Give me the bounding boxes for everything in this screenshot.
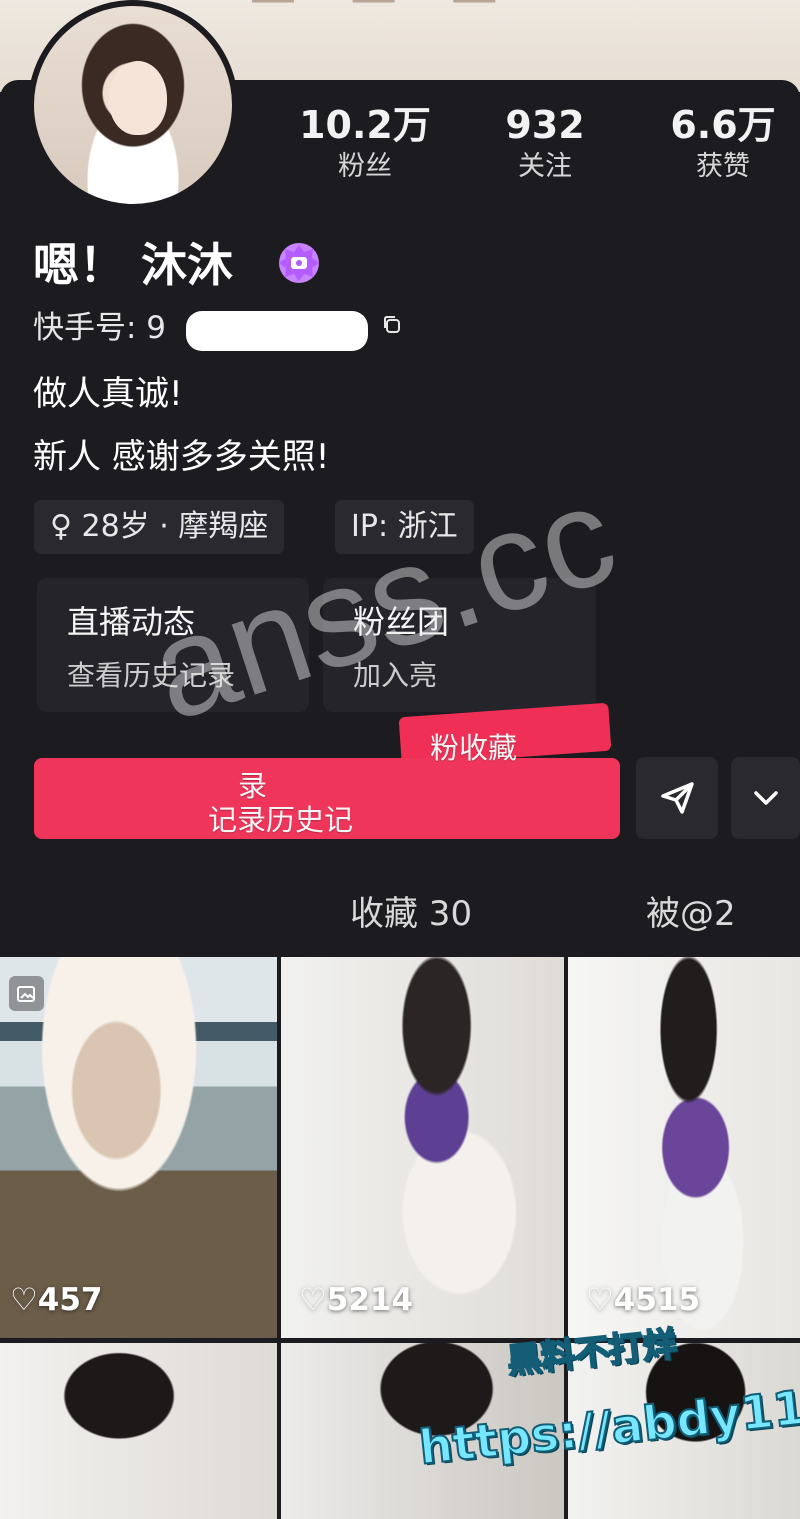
avatar[interactable] [28,0,238,210]
age-zodiac-tag: ♀ 28岁 · 摩羯座 [34,500,285,554]
live-activity-title: 直播动态 [67,603,196,641]
bio-line-2: 新人 感谢多多关照! [33,437,330,477]
send-icon [661,782,694,814]
image-icon [16,985,35,1002]
like-count: ♡457 [10,1282,103,1318]
fan-club-card[interactable]: 粉丝团 加入亮 [323,578,596,712]
like-count: ♡5214 [299,1282,414,1318]
top-banner-brush: — — — [250,0,590,20]
video-tile-1[interactable]: ♡457 [0,957,277,1338]
account-id: 快手号: 9 [33,310,167,346]
more-options-button[interactable] [731,757,800,839]
live-activity-subtitle: 查看历史记录 [67,659,236,692]
overlap-bottom-text: 记录历史记 [208,803,354,837]
overlap-top-text: 粉收藏 [430,731,518,765]
ip-location-tag: IP: 浙江 [335,500,474,554]
fans-value: 10.2万 [299,103,431,147]
likes-label: 获赞 [696,151,750,182]
profile-name: 嗯！ 沐沐 [33,238,234,292]
following-label: 关注 [518,151,572,182]
bio-line-1: 做人真诚! [33,374,183,414]
tab-mentioned[interactable]: 被@2 [646,890,736,938]
copy-icon[interactable] [380,313,404,337]
tab-favorites[interactable]: 收藏 30 [350,890,472,938]
avatar-face [109,61,167,135]
fan-club-subtitle: 加入亮 [353,659,438,692]
likes-value: 6.6万 [670,103,776,147]
image-badge [9,976,44,1011]
live-activity-card[interactable]: 直播动态 查看历史记录 [37,578,309,712]
fans-stat[interactable]: 10.2万 粉丝 [280,102,450,186]
fans-label: 粉丝 [338,151,392,182]
following-stat[interactable]: 932 关注 [460,102,630,186]
like-count: ♡4515 [586,1282,701,1318]
video-tile-3[interactable]: ♡4515 [568,957,800,1338]
account-id-mask [186,311,368,351]
following-value: 932 [505,103,585,147]
likes-stat[interactable]: 6.6万 获赞 [638,102,800,186]
video-tile-4[interactable] [0,1343,277,1519]
verified-icon [279,243,319,283]
fan-club-title: 粉丝团 [353,603,450,641]
video-tile-2[interactable]: ♡5214 [281,957,564,1338]
chevron-down-icon [753,791,778,805]
share-button[interactable] [636,757,718,839]
